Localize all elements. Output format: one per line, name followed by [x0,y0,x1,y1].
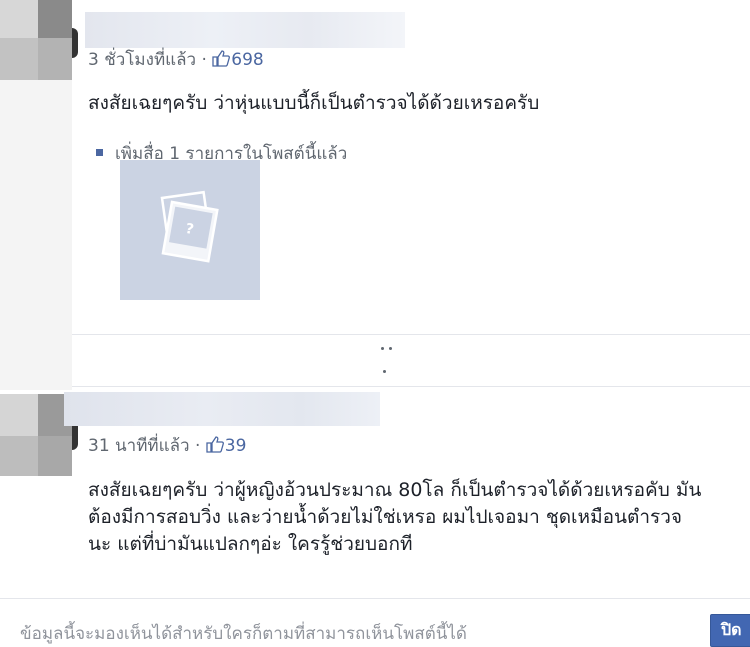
post-2-line-2: ต้องมีการสอบวิ่ง และว่ายน้ำด้วยไม่ใช่เหร… [88,506,683,528]
post-2-line-3: นะ แต่ที่บ่ามันแปลกๆอ่ะ ใครรู้ช่วยบอกที [88,533,413,555]
footer-divider [0,598,750,599]
thumbs-up-icon [212,50,231,67]
divider-top [72,334,750,335]
meta-separator: · [201,50,207,70]
meta-separator: · [194,436,201,456]
close-button[interactable]: ปิด [710,614,750,647]
post-2-text: สงสัยเฉยๆครับ ว่าผู้หญิงอ้วนประมาณ 80โล … [88,477,701,558]
redacted-name-1 [85,12,405,48]
like-count[interactable]: 698 [212,50,264,70]
post-time[interactable]: 31 นาทีที่แล้ว [88,436,190,456]
like-count[interactable]: 39 [206,436,247,456]
divider-bottom [72,386,750,387]
post-1-text: สงสัยเฉยๆครับ ว่าหุ่นแบบนี้ก็เป็นตำรวจได… [88,92,540,114]
more-dots-icon[interactable] [378,344,398,378]
photo-placeholder-icon: ? [160,190,219,263]
redacted-name-2 [64,392,380,426]
post-1-meta: 3 ชั่วโมงที่แล้ว · 698 [88,46,264,73]
post-2-line-1: สงสัยเฉยๆครับ ว่าผู้หญิงอ้วนประมาณ 80โล … [88,479,702,501]
bullet-icon [96,149,103,156]
thumbs-up-icon [206,436,224,453]
left-column-fill [0,80,72,390]
photo-placeholder[interactable]: ? [120,160,260,300]
post-2-meta: 31 นาทีที่แล้ว · 39 [88,432,246,459]
footer-notice: ข้อมูลนี้จะมองเห็นได้สำหรับใครก็ตามที่สา… [20,624,467,644]
post-time[interactable]: 3 ชั่วโมงที่แล้ว [88,50,196,70]
like-number: 39 [224,436,247,456]
like-number: 698 [231,50,264,70]
